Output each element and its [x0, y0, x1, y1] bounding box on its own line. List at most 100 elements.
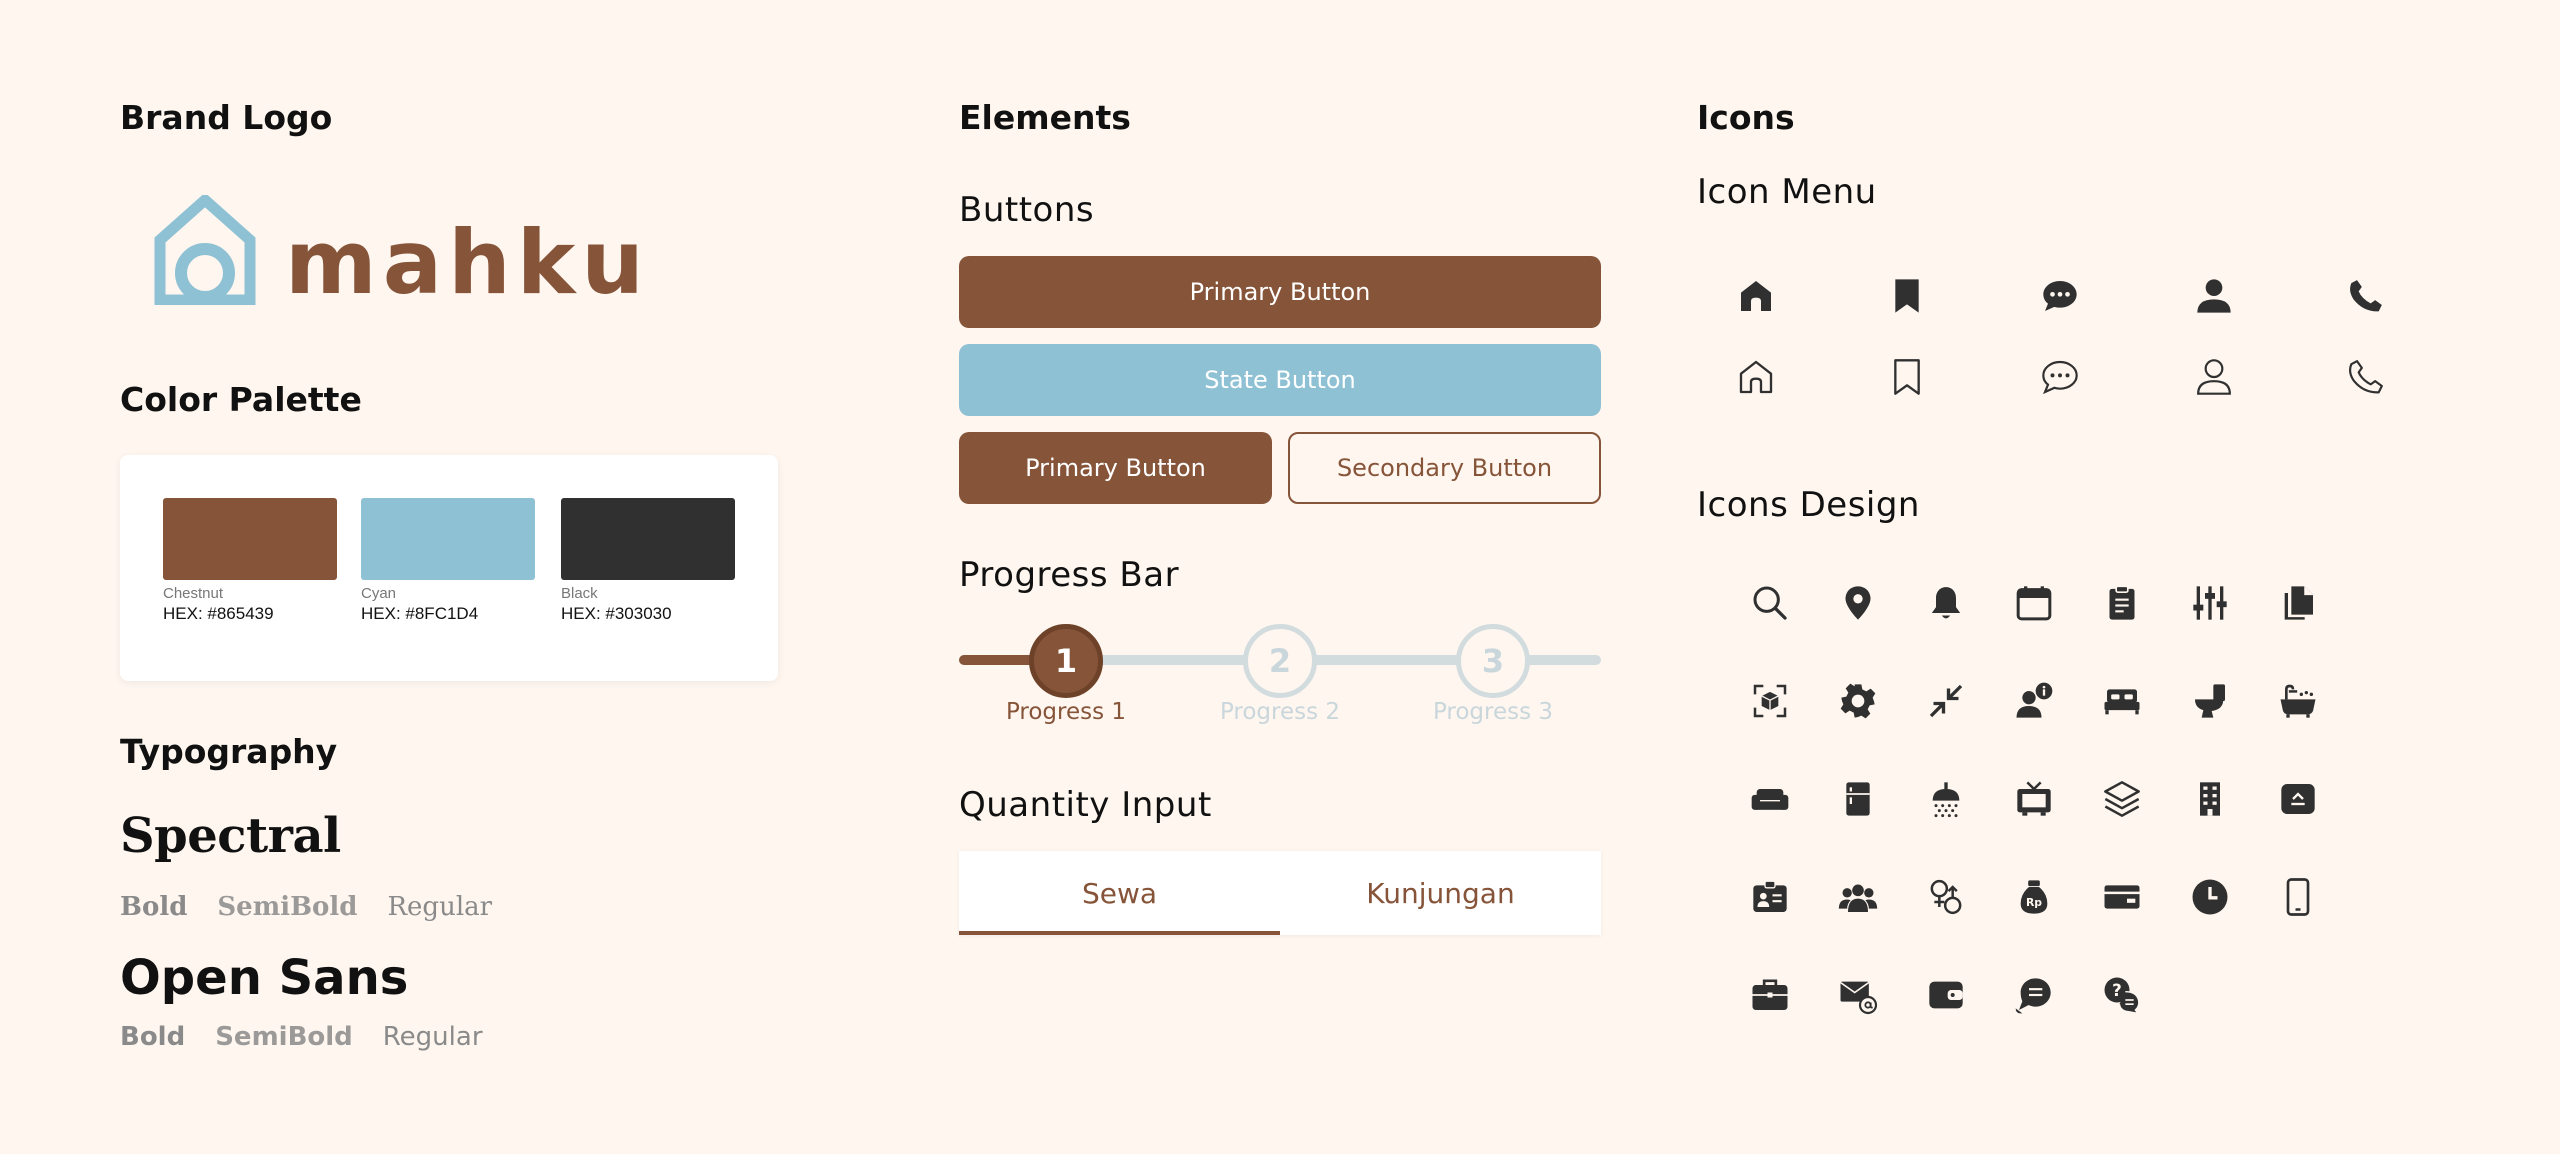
swatch-cyan-box	[361, 498, 535, 580]
quantity-input-heading: Quantity Input	[959, 785, 1212, 825]
tab-kunjungan[interactable]: Kunjungan	[1280, 851, 1601, 935]
middle-column: Elements Buttons Primary Button State Bu…	[959, 0, 1601, 1154]
swatch-chestnut-hex: HEX: #865439	[163, 604, 274, 623]
phone-outline-icon[interactable]	[2343, 354, 2389, 400]
tab-sewa-label: Sewa	[1081, 876, 1158, 910]
building-icon[interactable]	[2187, 776, 2233, 822]
spectral-semibold-label: SemiBold	[217, 892, 358, 922]
scan-3d-icon[interactable]	[1747, 678, 1793, 724]
swatch-chestnut-name: Chestnut	[163, 585, 224, 602]
bathtub-icon[interactable]	[2275, 678, 2321, 724]
font-open-sans-weights: Bold SemiBold Regular	[120, 1022, 483, 1052]
tab-sewa[interactable]: Sewa	[959, 851, 1280, 935]
svg-text:Rp: Rp	[2026, 896, 2042, 909]
bed-icon[interactable]	[2099, 678, 2145, 724]
progress-step-3-label: Progress 3	[1432, 699, 1554, 725]
shower-icon[interactable]	[1923, 776, 1969, 822]
svg-text:?: ?	[2112, 981, 2122, 1000]
left-column: Brand Logo mahku Color Palette Chestnut …	[120, 0, 780, 1154]
gear-icon[interactable]	[1835, 678, 1881, 724]
progress-step-2[interactable]: 2	[1243, 624, 1317, 698]
swatch-cyan-name: Cyan	[361, 585, 397, 602]
secondary-button[interactable]: Secondary Button	[1288, 432, 1601, 504]
open-sans-bold-label: Bold	[120, 1022, 186, 1052]
user-info-icon[interactable]	[2011, 678, 2057, 724]
state-button[interactable]: State Button	[959, 344, 1601, 416]
swatch-black-hex: HEX: #303030	[561, 604, 672, 623]
font-spectral-name: Spectral	[120, 808, 341, 864]
icon-menu-heading: Icon Menu	[1697, 172, 1877, 212]
progress-step-1[interactable]: 1	[1029, 624, 1103, 698]
money-bag-rupiah-icon[interactable]: Rp	[2011, 874, 2057, 920]
swatch-black: Black HEX: #303030	[561, 498, 735, 625]
swatch-black-name: Black	[561, 585, 598, 602]
primary-button-small[interactable]: Primary Button	[959, 432, 1272, 504]
open-sans-regular-label: Regular	[382, 1022, 483, 1052]
location-pin-icon[interactable]	[1835, 580, 1881, 626]
logo-wordmark: mahku	[285, 211, 650, 314]
spectral-regular-label: Regular	[387, 892, 493, 922]
calendar-icon[interactable]	[2011, 580, 2057, 626]
home-outline-icon[interactable]	[1733, 354, 1779, 400]
chat-outline-icon[interactable]	[2037, 354, 2083, 400]
tab-kunjungan-label: Kunjungan	[1366, 876, 1515, 910]
tv-icon[interactable]	[2011, 776, 2057, 822]
card-icon[interactable]	[2099, 874, 2145, 920]
air-conditioner-icon[interactable]	[2275, 776, 2321, 822]
swatch-cyan: Cyan HEX: #8FC1D4	[361, 498, 535, 625]
icons-heading: Icons	[1697, 98, 1795, 137]
id-card-icon[interactable]	[1747, 874, 1793, 920]
group-icon[interactable]	[1835, 874, 1881, 920]
progress-step-3-number: 3	[1481, 642, 1505, 680]
chat-icon[interactable]	[2037, 273, 2083, 319]
mail-at-icon[interactable]	[1835, 972, 1881, 1018]
swatch-cyan-hex: HEX: #8FC1D4	[361, 604, 479, 623]
clock-icon[interactable]	[2187, 874, 2233, 920]
progress-step-1-number: 1	[1054, 642, 1078, 680]
color-palette-heading: Color Palette	[120, 380, 362, 419]
sliders-icon[interactable]	[2187, 580, 2233, 626]
documents-icon[interactable]	[2275, 580, 2321, 626]
clipboard-icon[interactable]	[2099, 580, 2145, 626]
user-icon[interactable]	[2191, 273, 2237, 319]
swatch-chestnut-box	[163, 498, 337, 580]
sofa-icon[interactable]	[1747, 776, 1793, 822]
buttons-heading: Buttons	[959, 190, 1095, 230]
bookmark-outline-icon[interactable]	[1884, 354, 1930, 400]
brand-logo-heading: Brand Logo	[120, 98, 333, 137]
bookmark-icon[interactable]	[1884, 273, 1930, 319]
progress-step-3[interactable]: 3	[1456, 624, 1530, 698]
color-palette-card: Chestnut HEX: #865439 Cyan HEX: #8FC1D4 …	[120, 455, 778, 681]
wallet-icon[interactable]	[1923, 972, 1969, 1018]
message-bubble-icon[interactable]	[2011, 972, 2057, 1018]
progress-bar: 1 2 3 Progress 1 Progress 2 Progress 3	[959, 622, 1601, 737]
primary-button[interactable]: Primary Button	[959, 256, 1601, 328]
refrigerator-icon[interactable]	[1835, 776, 1881, 822]
home-icon[interactable]	[1733, 273, 1779, 319]
spectral-bold-label: Bold	[120, 892, 188, 922]
search-icon[interactable]	[1747, 580, 1793, 626]
briefcase-icon[interactable]	[1747, 972, 1793, 1018]
help-chat-icon[interactable]: ?	[2099, 972, 2145, 1018]
right-column: Icons Icon Menu Icons Design Rp ?	[1697, 0, 2477, 1154]
layers-icon[interactable]	[2099, 776, 2145, 822]
swatch-chestnut: Chestnut HEX: #865439	[163, 498, 337, 625]
font-spectral-weights: Bold SemiBold Regular	[120, 892, 492, 922]
elements-heading: Elements	[959, 98, 1131, 137]
progress-step-1-label: Progress 1	[1005, 699, 1127, 725]
progress-bar-heading: Progress Bar	[959, 555, 1180, 595]
gender-icon[interactable]	[1923, 874, 1969, 920]
quantity-tabs: Sewa Kunjungan	[959, 851, 1601, 935]
progress-step-2-label: Progress 2	[1219, 699, 1341, 725]
tab-active-indicator	[959, 931, 1280, 935]
progress-step-2-number: 2	[1268, 642, 1292, 680]
user-outline-icon[interactable]	[2191, 354, 2237, 400]
smartphone-icon[interactable]	[2275, 874, 2321, 920]
typography-heading: Typography	[120, 732, 338, 771]
phone-icon[interactable]	[2343, 273, 2389, 319]
logo-house-icon	[154, 195, 256, 305]
bell-icon[interactable]	[1923, 580, 1969, 626]
collapse-icon[interactable]	[1923, 678, 1969, 724]
toilet-icon[interactable]	[2187, 678, 2233, 724]
font-open-sans-name: Open Sans	[120, 950, 409, 1006]
